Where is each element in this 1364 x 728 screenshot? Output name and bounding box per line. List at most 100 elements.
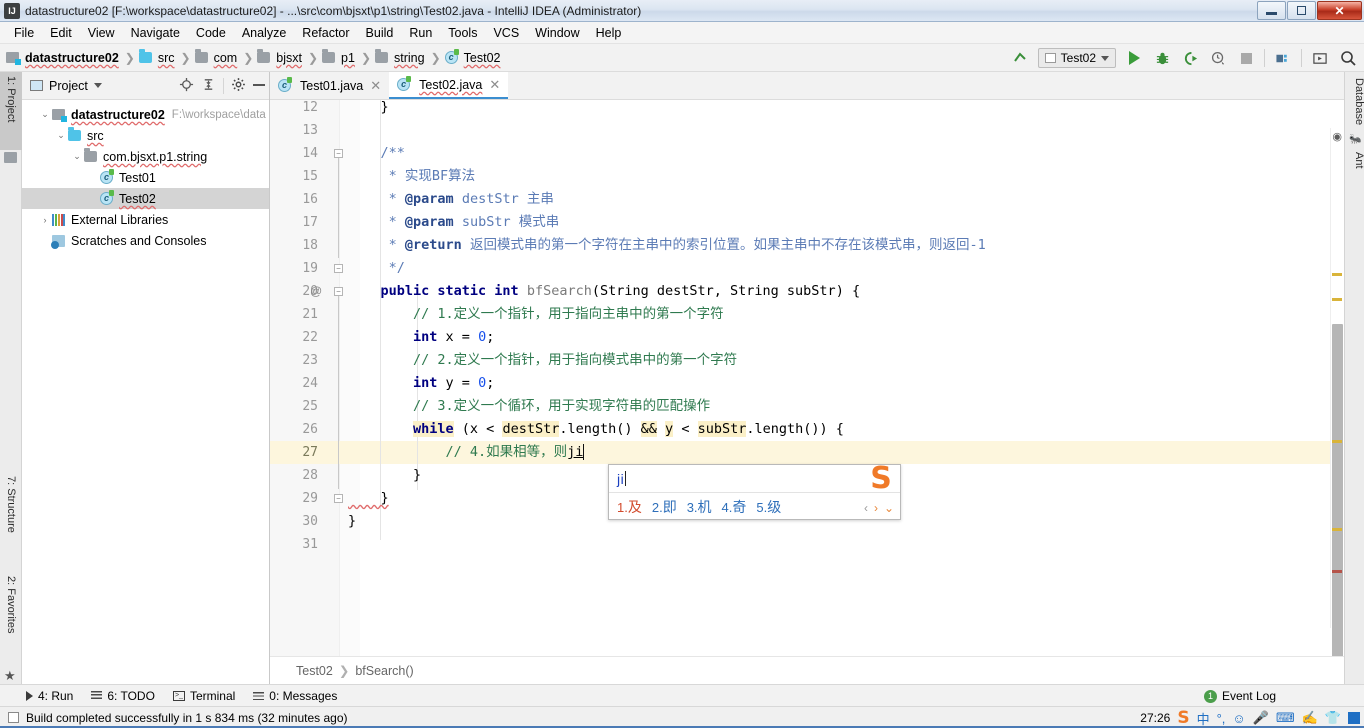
menu-code[interactable]: Code bbox=[188, 24, 234, 42]
menu-edit[interactable]: Edit bbox=[42, 24, 80, 42]
run-with-coverage-button[interactable] bbox=[1180, 48, 1200, 68]
event-log-button[interactable]: 1 Event Log bbox=[1203, 685, 1276, 707]
menu-window[interactable]: Window bbox=[527, 24, 587, 42]
breadcrumb-method[interactable]: bfSearch() bbox=[355, 664, 413, 678]
tree-item-test01[interactable]: c Test01 bbox=[22, 167, 269, 188]
ime-candidate-4[interactable]: 4.奇 bbox=[722, 497, 747, 517]
sogou-logo-icon[interactable]: S bbox=[1177, 708, 1189, 728]
chevron-down-icon bbox=[1101, 55, 1109, 61]
select-target-button[interactable] bbox=[1310, 48, 1330, 68]
warning-marker[interactable] bbox=[1332, 528, 1342, 531]
ime-candidate-3[interactable]: 3.机 bbox=[687, 497, 712, 517]
tree-item-package[interactable]: ⌄ com.bjsxt.p1.string bbox=[22, 146, 269, 167]
error-stripe-marker-bar[interactable]: ◉ bbox=[1330, 128, 1344, 656]
voice-input-icon[interactable]: 🎤 bbox=[1253, 710, 1269, 726]
breadcrumb-class[interactable]: Test02 bbox=[296, 664, 333, 678]
ime-candidate-popup[interactable]: ji S 1.及 2.即 3.机 4.奇 5.级 ‹ › ⌄ bbox=[608, 463, 901, 520]
search-everywhere-button[interactable] bbox=[1338, 48, 1358, 68]
run-button[interactable] bbox=[1124, 48, 1144, 68]
error-marker[interactable] bbox=[1332, 570, 1342, 573]
debug-button[interactable] bbox=[1152, 48, 1172, 68]
sidebar-item-database[interactable]: Database bbox=[1345, 74, 1364, 136]
warning-marker[interactable] bbox=[1332, 298, 1342, 301]
bottom-tab-terminal[interactable]: >_ Terminal bbox=[172, 688, 236, 703]
ime-expand-icon[interactable]: ⌄ bbox=[884, 501, 894, 515]
ime-candidate-2[interactable]: 2.即 bbox=[652, 497, 677, 517]
build-project-button[interactable] bbox=[1273, 48, 1293, 68]
tab-test02-java[interactable]: c Test02.java ✕ bbox=[389, 72, 509, 99]
breadcrumb-com[interactable]: com bbox=[212, 51, 240, 65]
menu-tools[interactable]: Tools bbox=[440, 24, 485, 42]
profiler-button[interactable] bbox=[1208, 48, 1228, 68]
stop-button[interactable] bbox=[1236, 48, 1256, 68]
emoji-icon[interactable]: ☺ bbox=[1232, 711, 1245, 726]
code-editor[interactable]: 12 13 14 15 16 17 18 19 20 21 22 23 24 2… bbox=[270, 100, 1344, 656]
breadcrumb-p1[interactable]: p1 bbox=[339, 51, 357, 65]
menu-vcs[interactable]: VCS bbox=[485, 24, 527, 42]
collapse-all-icon[interactable] bbox=[201, 77, 216, 95]
menu-view[interactable]: View bbox=[80, 24, 123, 42]
tree-item-test02[interactable]: c Test02 bbox=[22, 188, 269, 209]
breadcrumb-bjsxt[interactable]: bjsxt bbox=[274, 51, 304, 65]
sidebar-item-project[interactable]: 1: Project bbox=[0, 72, 22, 150]
chevron-right-icon[interactable]: › bbox=[38, 215, 52, 225]
vcs-update-icon[interactable] bbox=[1010, 48, 1030, 68]
breadcrumb-separator: ❯ bbox=[360, 50, 372, 65]
ime-candidate-5[interactable]: 5.级 bbox=[756, 497, 781, 517]
bottom-tab-run[interactable]: 4: Run bbox=[26, 689, 73, 703]
soft-keyboard-icon[interactable]: ⌨ bbox=[1276, 710, 1295, 726]
bottom-tab-todo[interactable]: 6: TODO bbox=[91, 689, 155, 703]
sidebar-item-favorites[interactable]: 2: Favorites bbox=[0, 572, 22, 676]
chinese-mode-icon[interactable]: 中 bbox=[1197, 709, 1210, 728]
locate-icon[interactable] bbox=[179, 77, 194, 95]
tree-item-scratches[interactable]: Scratches and Consoles bbox=[22, 230, 269, 251]
ime-candidate-1[interactable]: 1.及 bbox=[617, 497, 642, 517]
ime-prev-page-icon[interactable]: ‹ bbox=[864, 501, 868, 515]
tab-label: Test02.java bbox=[419, 77, 483, 92]
menu-help[interactable]: Help bbox=[588, 24, 630, 42]
bottom-tab-messages[interactable]: 0: Messages bbox=[253, 689, 337, 703]
breadcrumb-string[interactable]: string bbox=[392, 51, 427, 65]
sidebar-item-ant[interactable]: Ant bbox=[1345, 148, 1364, 188]
inspection-eye-icon[interactable]: ◉ bbox=[1332, 130, 1342, 143]
menu-navigate[interactable]: Navigate bbox=[123, 24, 188, 42]
menu-run[interactable]: Run bbox=[401, 24, 440, 42]
close-icon[interactable]: ✕ bbox=[370, 78, 381, 94]
menu-analyze[interactable]: Analyze bbox=[234, 24, 294, 42]
tab-test01-java[interactable]: c Test01.java ✕ bbox=[270, 72, 389, 99]
caret-position[interactable]: 27:26 bbox=[1140, 711, 1170, 725]
chevron-down-icon[interactable]: ⌄ bbox=[70, 151, 84, 162]
handwriting-icon[interactable]: ✍ bbox=[1302, 710, 1318, 726]
ime-next-page-icon[interactable]: › bbox=[874, 501, 878, 515]
minimize-button[interactable] bbox=[1257, 1, 1286, 20]
toolbox-icon[interactable] bbox=[1348, 712, 1360, 724]
close-button[interactable]: ✕ bbox=[1317, 1, 1362, 20]
gear-icon[interactable] bbox=[231, 77, 246, 95]
menu-build[interactable]: Build bbox=[358, 24, 402, 42]
run-configuration-selector[interactable]: Test02 bbox=[1037, 48, 1116, 68]
menu-refactor[interactable]: Refactor bbox=[294, 24, 357, 42]
breadcrumb-src[interactable]: src bbox=[156, 51, 177, 65]
chevron-down-icon[interactable]: ⌄ bbox=[54, 130, 68, 141]
warning-marker[interactable] bbox=[1332, 440, 1342, 443]
ime-candidate-word: 级 bbox=[767, 498, 782, 515]
hide-icon[interactable] bbox=[253, 83, 265, 86]
editor-scrollbar-thumb[interactable] bbox=[1332, 324, 1343, 656]
sidebar-item-structure[interactable]: 7: Structure bbox=[0, 472, 22, 568]
menu-file[interactable]: File bbox=[6, 24, 42, 42]
chevron-down-icon[interactable] bbox=[93, 83, 102, 88]
chevron-down-icon[interactable]: ⌄ bbox=[38, 109, 52, 120]
close-icon[interactable]: ✕ bbox=[489, 77, 500, 93]
warning-marker[interactable] bbox=[1332, 273, 1342, 276]
code-line: } bbox=[348, 490, 389, 506]
restore-button[interactable] bbox=[1287, 1, 1316, 20]
tree-item-datastructure02[interactable]: ⌄ datastructure02 F:\workspace\data bbox=[22, 104, 269, 125]
bottom-tab-label: Terminal bbox=[189, 688, 236, 703]
tree-item-src[interactable]: ⌄ src bbox=[22, 125, 269, 146]
code-line: // 3.定义一个循环，用于实现字符串的匹配操作 bbox=[348, 398, 711, 414]
breadcrumb-test02[interactable]: Test02 bbox=[462, 51, 503, 65]
skin-icon[interactable]: 👕 bbox=[1325, 710, 1341, 726]
breadcrumb-datastructure02[interactable]: datastructure02 bbox=[23, 51, 121, 65]
punctuation-icon[interactable]: °, bbox=[1217, 711, 1226, 726]
tree-item-external-libraries[interactable]: › External Libraries bbox=[22, 209, 269, 230]
